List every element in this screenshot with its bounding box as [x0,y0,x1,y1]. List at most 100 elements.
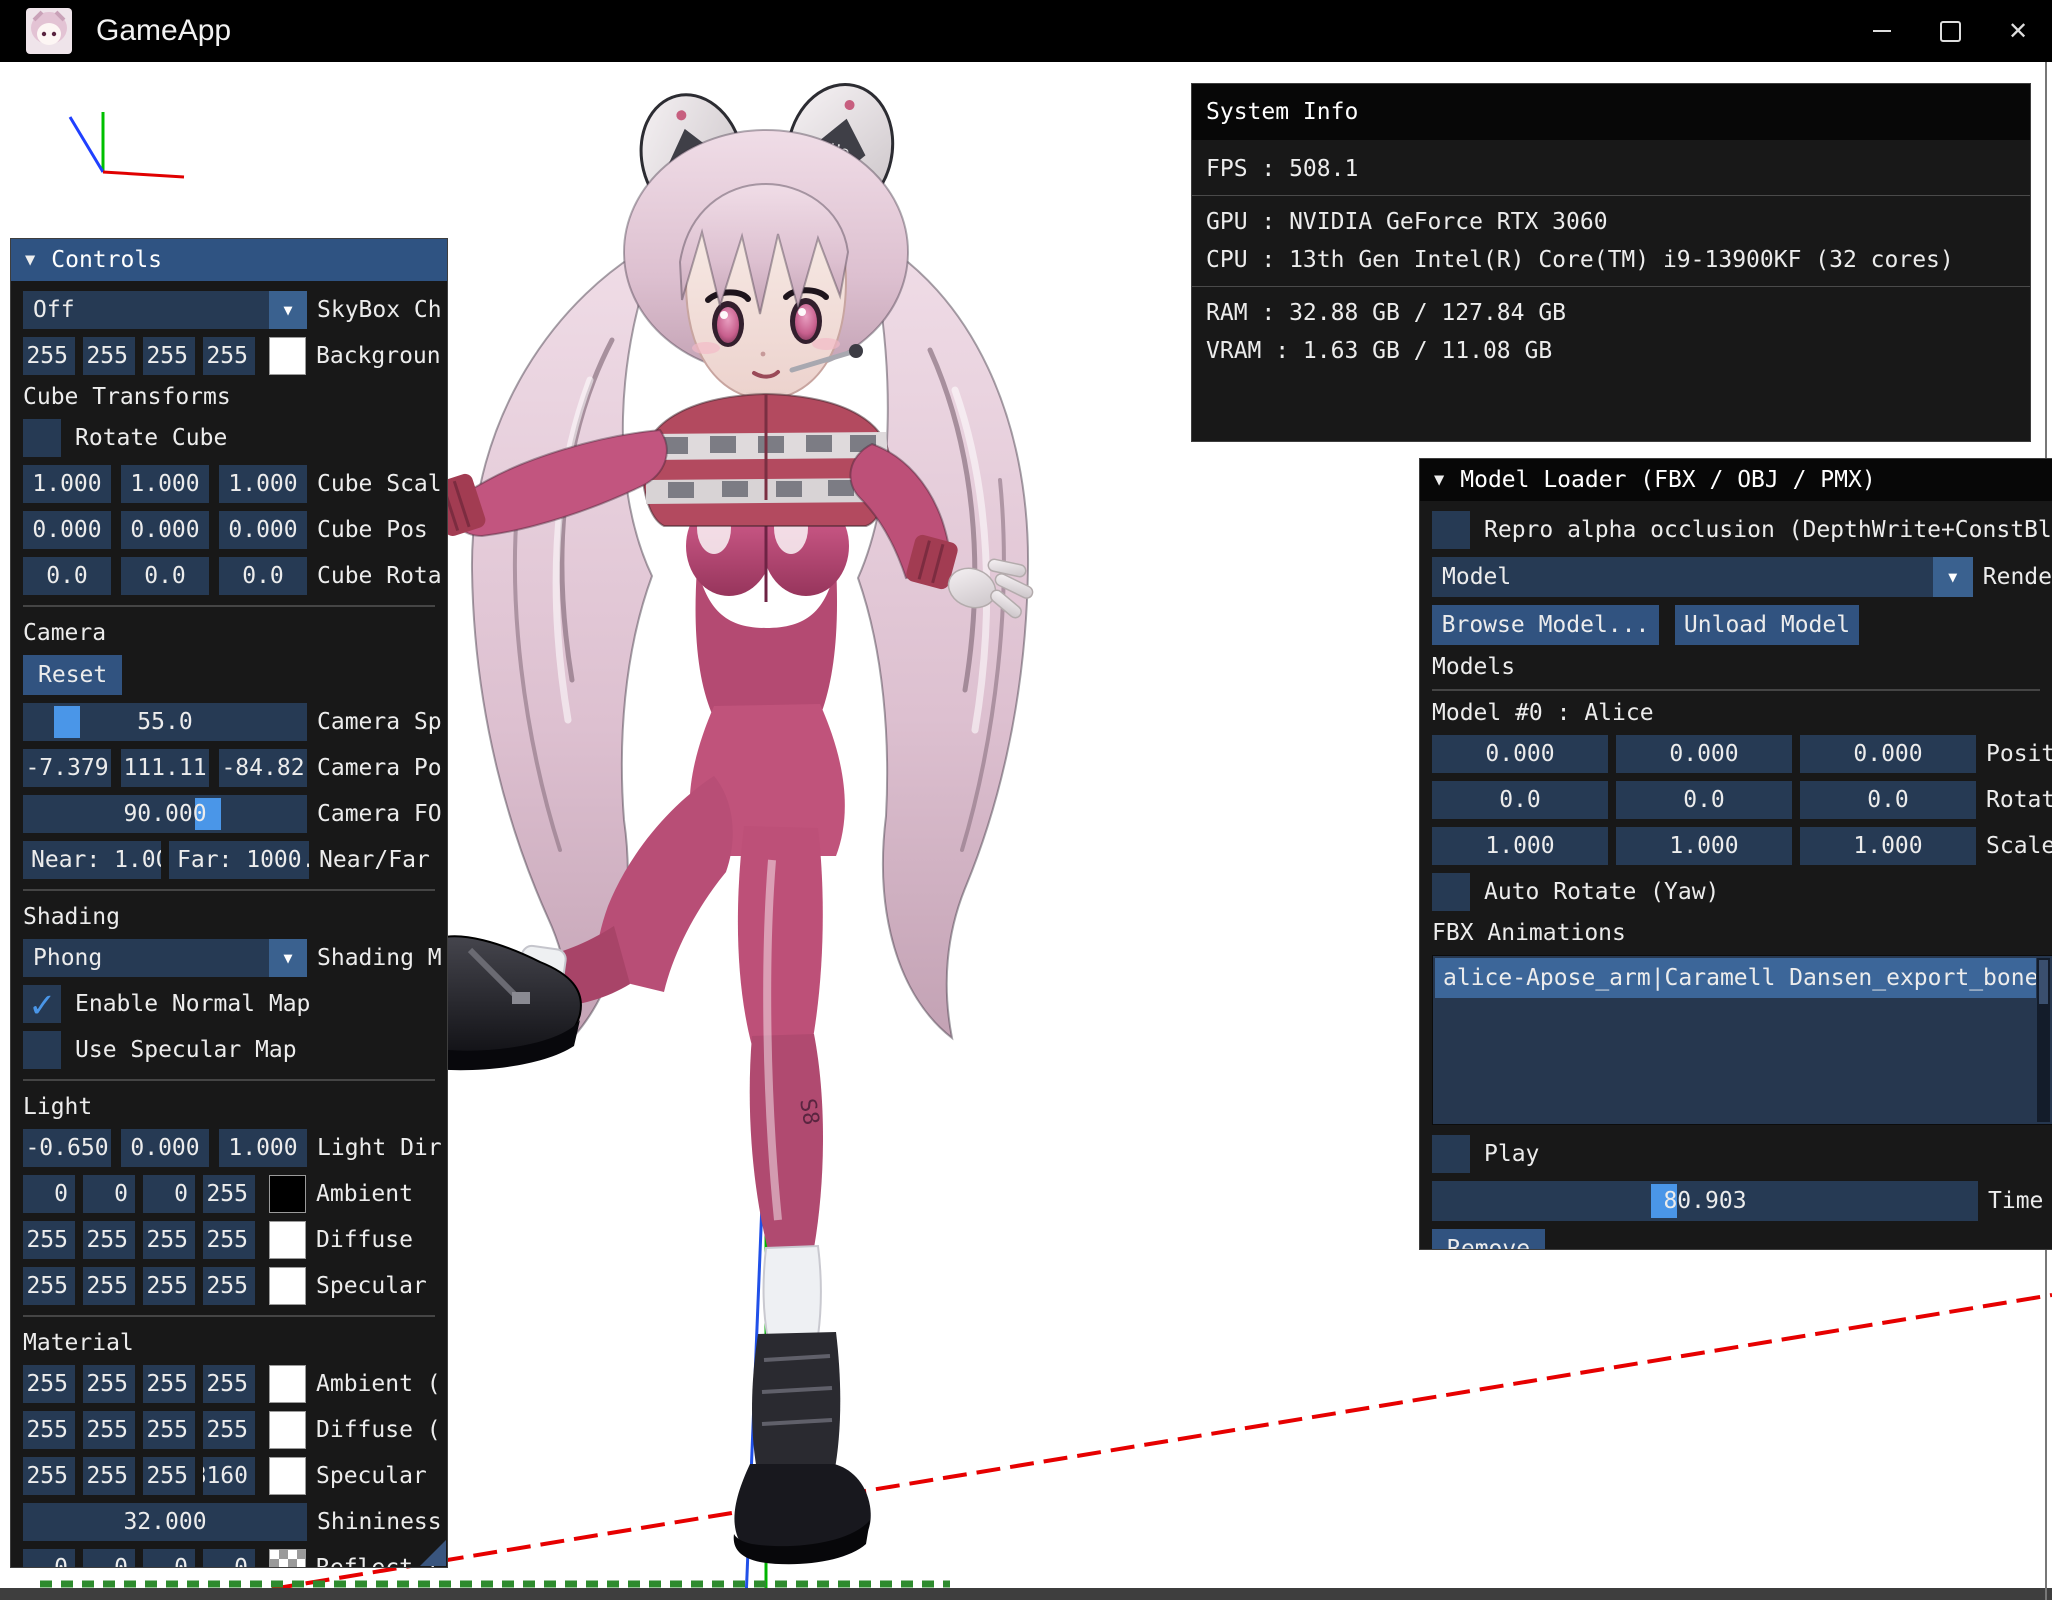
animation-list-item[interactable]: alice-Apose_arm|Caramell Dansen_export_b… [1435,958,2036,998]
shininess-drag[interactable]: 32.000 [23,1503,307,1541]
number-field[interactable]: 255 [83,1221,135,1259]
rotate-cube-checkbox[interactable] [23,419,61,457]
light-ambient-swatch[interactable] [269,1175,306,1213]
number-field[interactable]: 0 [83,1175,135,1213]
number-field[interactable]: 255 [23,1221,75,1259]
number-field[interactable]: 255 [203,337,255,375]
number-field[interactable]: 0 [23,1549,75,1568]
close-button[interactable]: ✕ [1984,0,2052,62]
number-field[interactable]: 1.000 [1616,827,1792,865]
play-checkbox[interactable] [1432,1135,1470,1173]
auto-rotate-checkbox[interactable] [1432,873,1470,911]
number-field[interactable]: 255 [143,1457,195,1495]
chevron-down-icon[interactable]: ▼ [1933,557,1973,597]
model-loader-header[interactable]: ▼ Model Loader (FBX / OBJ / PMX) [1420,459,2052,501]
number-field[interactable]: 255 [23,1457,75,1495]
minimize-button[interactable] [1848,0,1916,62]
number-field[interactable]: 0.0 [23,557,111,595]
number-field[interactable]: -7.379 [23,749,111,787]
number-field[interactable]: 0 [23,1175,75,1213]
ram-value: RAM : 32.88 GB / 127.84 GB [1192,294,2030,332]
number-field[interactable]: 1.000 [1432,827,1608,865]
number-field[interactable]: 0.000 [23,511,111,549]
number-field[interactable]: 0.000 [1616,735,1792,773]
number-field[interactable]: 0.0 [121,557,209,595]
number-field[interactable]: 255 [83,1365,135,1403]
near-field[interactable]: Near: 1.00 [23,841,161,879]
number-field[interactable]: 255 [23,1411,75,1449]
number-field[interactable]: 255 [83,337,135,375]
resize-grip[interactable] [420,1540,446,1566]
number-field[interactable]: 255 [143,1221,195,1259]
number-field[interactable]: 1.000 [121,465,209,503]
remove-button[interactable]: Remove [1432,1229,1545,1250]
reset-button[interactable]: Reset [23,655,122,695]
background-color-swatch[interactable] [269,337,306,375]
number-field[interactable]: 255 [143,337,195,375]
chevron-down-icon[interactable]: ▼ [269,939,307,977]
number-field[interactable]: 0 [143,1549,195,1568]
far-field[interactable]: Far: 1000. [169,841,309,879]
number-field[interactable]: 0.000 [1800,735,1976,773]
enable-normal-map-checkbox[interactable] [23,985,61,1023]
unload-model-button[interactable]: Unload Model [1675,605,1859,645]
number-field[interactable]: 255 [83,1267,135,1305]
render-mode-combo[interactable]: Model ▼ [1432,557,1973,597]
time-slider[interactable]: 80.903 [1432,1181,1978,1221]
number-field[interactable]: 0.000 [121,1129,209,1167]
number-field[interactable]: 255 [143,1365,195,1403]
collapse-arrow-icon[interactable]: ▼ [25,250,35,270]
number-field[interactable]: 1.000 [219,1129,307,1167]
number-field[interactable]: 1.000 [219,465,307,503]
browse-model-button[interactable]: Browse Model... [1432,605,1659,645]
collapse-arrow-icon[interactable]: ▼ [1434,470,1444,490]
number-field[interactable]: 0.000 [1432,735,1608,773]
reflect-swatch[interactable] [269,1549,306,1568]
number-field[interactable]: 255 [83,1411,135,1449]
number-field[interactable]: 0 [143,1175,195,1213]
camera-speed-slider[interactable]: 55.0 [23,703,307,741]
number-field[interactable]: 255 [203,1365,255,1403]
number-field[interactable]: 0.0 [219,557,307,595]
light-specular-swatch[interactable] [269,1267,306,1305]
number-field[interactable]: 0.0 [1800,781,1976,819]
number-field[interactable]: 1.000 [1800,827,1976,865]
maximize-button[interactable] [1916,0,1984,62]
repro-alpha-occlusion-checkbox[interactable] [1432,511,1470,549]
number-field[interactable]: 0.000 [219,511,307,549]
system-info-header[interactable]: System Info [1192,84,2030,140]
number-field[interactable]: 1.000 [23,465,111,503]
light-diffuse-swatch[interactable] [269,1221,306,1259]
number-field[interactable]: 255 [23,1267,75,1305]
shading-mode-combo[interactable]: Phong ▼ [23,939,307,977]
number-field[interactable]: 0 [203,1549,255,1568]
material-ambient-swatch[interactable] [269,1365,306,1403]
number-field[interactable]: 255 [203,1221,255,1259]
number-field[interactable]: 111.11 [121,749,209,787]
number-field[interactable]: 255 [143,1267,195,1305]
number-field[interactable]: 0 [83,1549,135,1568]
material-diffuse-swatch[interactable] [269,1411,306,1449]
number-field[interactable]: 255 [203,1411,255,1449]
number-field[interactable]: 0.0 [1616,781,1792,819]
skybox-combo[interactable]: Off ▼ [23,291,307,329]
number-field[interactable]: -84.82 [219,749,307,787]
title-bar: GameApp ✕ [0,0,2052,62]
animation-listbox[interactable]: alice-Apose_arm|Caramell Dansen_export_b… [1432,955,2052,1125]
chevron-down-icon[interactable]: ▼ [269,291,307,329]
number-field[interactable]: 255 [23,337,75,375]
number-field[interactable]: 255 [143,1411,195,1449]
camera-fov-slider[interactable]: 90.000 [23,795,307,833]
number-field[interactable]: 0.000 [121,511,209,549]
number-field[interactable]: -0.650 [23,1129,111,1167]
number-field[interactable]: 255 [23,1365,75,1403]
number-field[interactable]: 8160 [203,1457,255,1495]
material-specular-swatch[interactable] [269,1457,306,1495]
use-specular-map-checkbox[interactable] [23,1031,61,1069]
listbox-scrollbar[interactable] [2037,958,2050,1122]
number-field[interactable]: 0.0 [1432,781,1608,819]
number-field[interactable]: 255 [203,1175,255,1213]
number-field[interactable]: 255 [203,1267,255,1305]
number-field[interactable]: 255 [83,1457,135,1495]
controls-header[interactable]: ▼ Controls [11,239,447,281]
